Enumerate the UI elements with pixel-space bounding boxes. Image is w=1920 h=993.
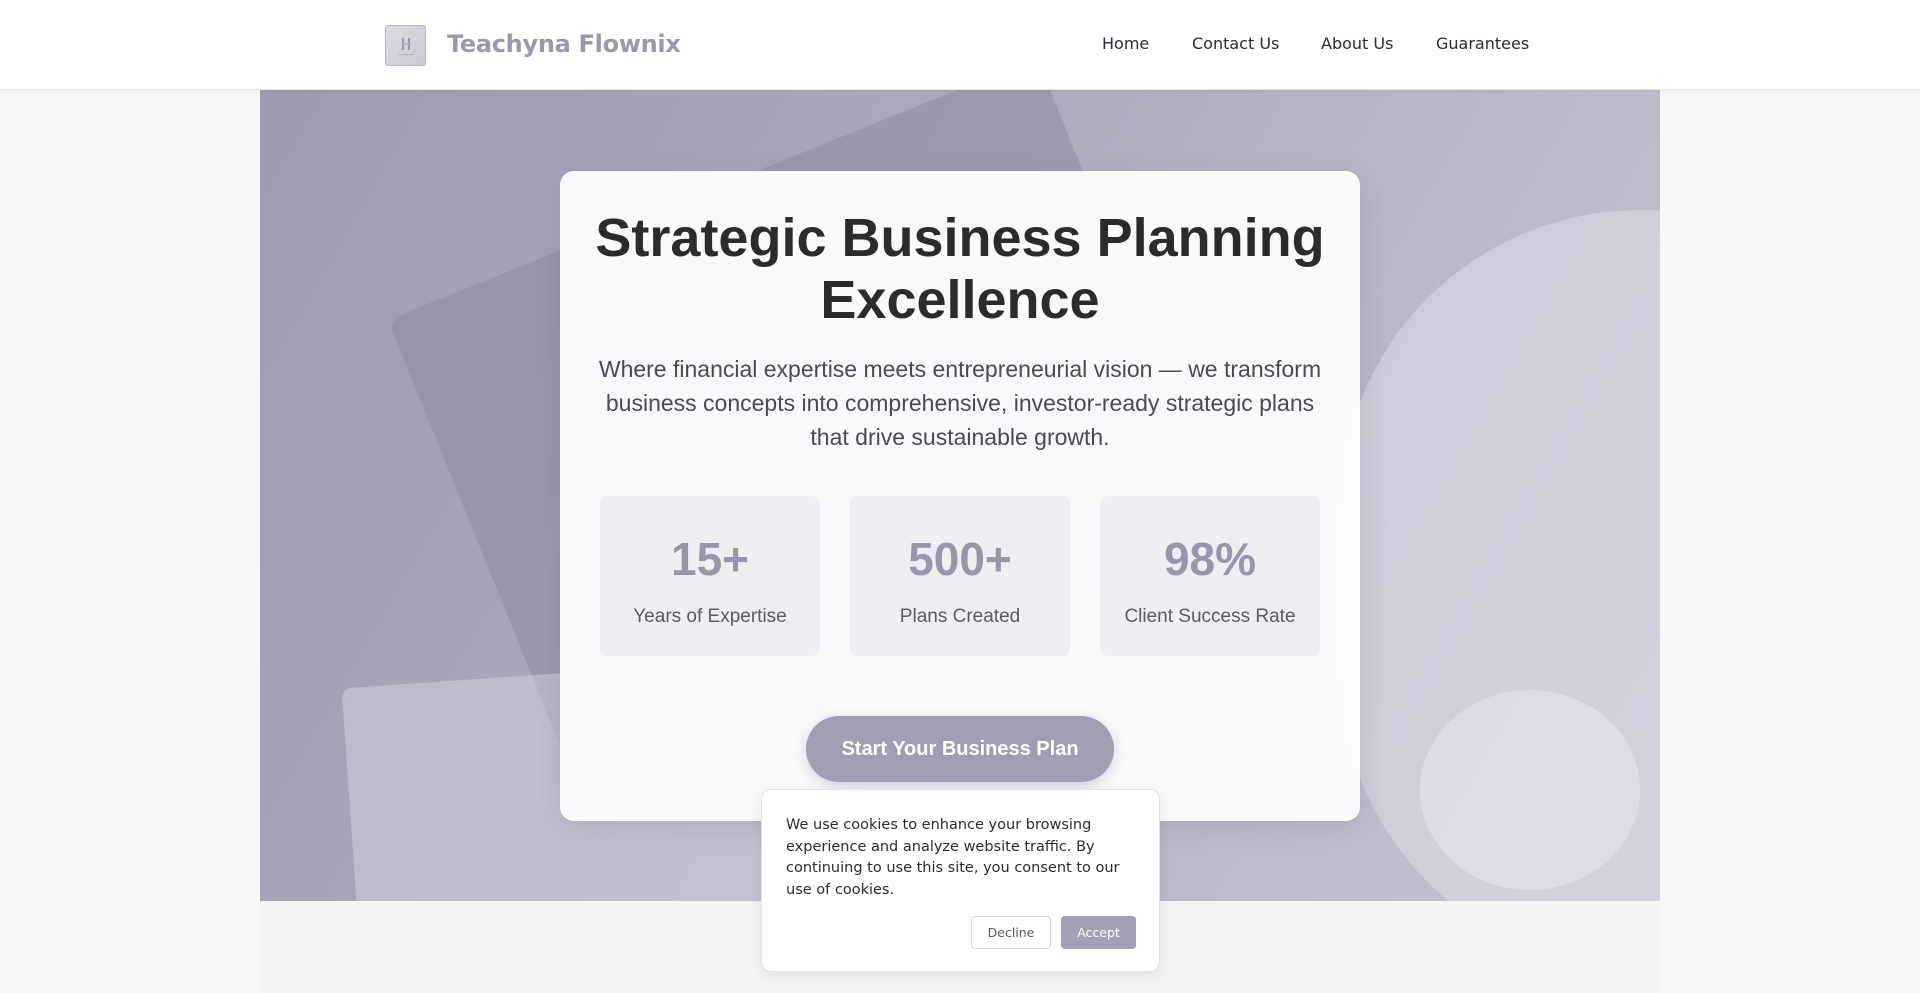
decline-cookies-button[interactable]: Decline	[971, 916, 1051, 949]
stat-card-success: 98% Client Success Rate	[1100, 496, 1320, 656]
company-logo-icon[interactable]	[385, 25, 426, 66]
stat-label: Plans Created	[899, 606, 1021, 627]
nav-contact-link[interactable]: Contact Us	[1192, 34, 1279, 53]
cookie-banner: We use cookies to enhance your browsing …	[761, 789, 1160, 972]
hero-background-cup	[1420, 690, 1640, 890]
hero-subtitle: Where financial expertise meets entrepre…	[598, 356, 1322, 450]
stat-value: 15+	[670, 533, 750, 585]
stat-value: 500+	[908, 533, 1012, 585]
cookie-message: We use cookies to enhance your browsing …	[786, 817, 1120, 898]
accept-cookies-button[interactable]: Accept	[1061, 916, 1136, 949]
site-header: Teachyna Flownix Home Contact Us About U…	[0, 0, 1920, 90]
stat-card-plans: 500+ Plans Created	[850, 496, 1070, 656]
brand-name[interactable]: Teachyna Flownix	[447, 30, 681, 58]
nav-guarantees-link[interactable]: Guarantees	[1436, 34, 1529, 53]
stat-card-expertise: 15+ Years of Expertise	[600, 496, 820, 656]
start-business-plan-button[interactable]: Start Your Business Plan	[806, 716, 1114, 782]
stat-label: Years of Expertise	[633, 606, 787, 627]
nav-home-link[interactable]: Home	[1102, 34, 1149, 53]
stat-value: 98%	[1163, 533, 1257, 585]
stat-label: Client Success Rate	[1124, 606, 1296, 627]
page-title: Strategic Business Planning Excellence	[595, 208, 1325, 330]
hero-card: Strategic Business Planning Excellence W…	[560, 171, 1360, 821]
nav-about-link[interactable]: About Us	[1321, 34, 1393, 53]
